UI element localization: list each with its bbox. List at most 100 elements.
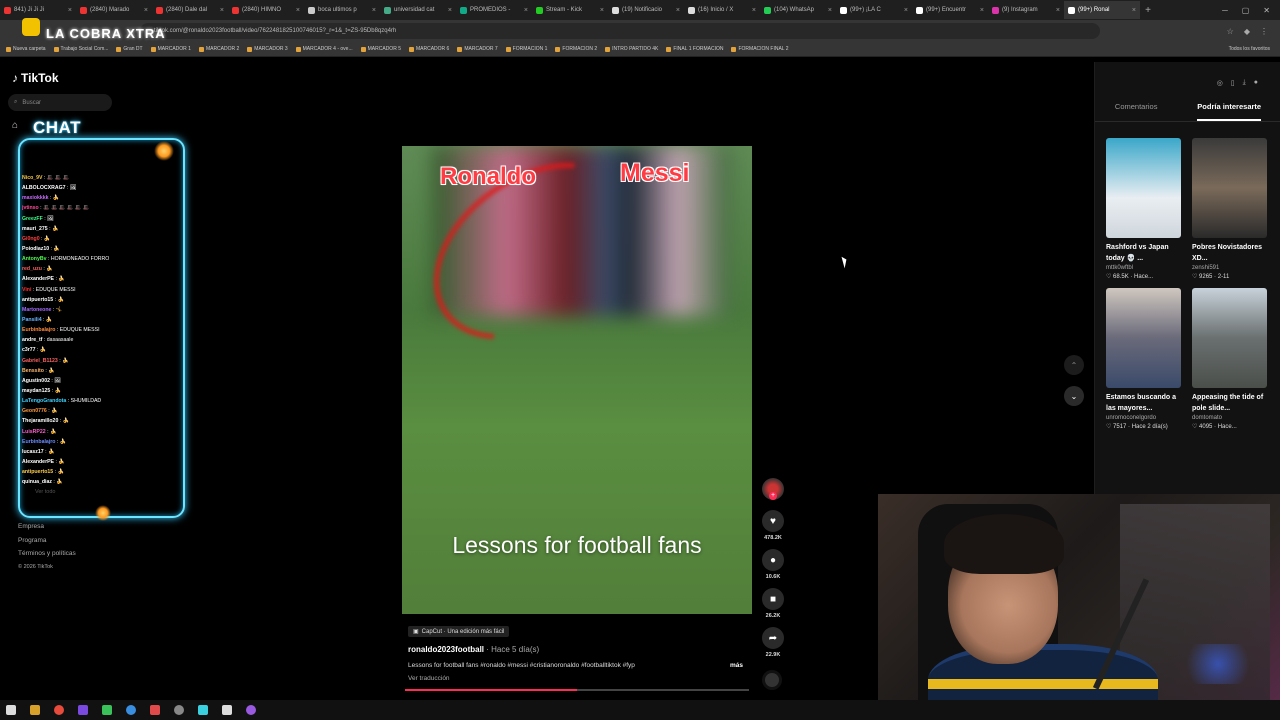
browser-tab[interactable]: (2840) HIMNO ×	[228, 1, 304, 19]
new-tab-button[interactable]: +	[1140, 5, 1156, 16]
bookmark-item[interactable]: Gran DT	[116, 46, 143, 52]
like-button[interactable]: ♥ 478.2K	[760, 510, 786, 541]
tab-close-icon[interactable]: ×	[296, 7, 300, 14]
obs-icon[interactable]	[174, 705, 184, 715]
menu-icon[interactable]: ⋮	[1260, 27, 1268, 36]
capcut-badge[interactable]: ▣ CapCut · Una edición más fácil	[408, 626, 510, 637]
footer-link[interactable]: Programa	[18, 534, 76, 548]
app-icon[interactable]	[198, 705, 208, 715]
extensions-icon[interactable]: ◆	[1244, 27, 1250, 36]
bookmark-item[interactable]: Nueva carpeta	[6, 46, 46, 52]
bookmark-item[interactable]: MARCADOR 2	[198, 46, 239, 52]
profile-icon[interactable]: ●	[1254, 79, 1258, 87]
app-icon[interactable]	[222, 705, 232, 715]
bookmark-item[interactable]: FORMACION FINAL 2	[731, 46, 789, 52]
video-player[interactable]: Ronaldo Messi Lessons for football fans	[402, 146, 752, 614]
bookmark-item[interactable]: MARCADOR 6	[408, 46, 449, 52]
app-icon[interactable]	[246, 705, 256, 715]
tab-close-icon[interactable]: ×	[980, 7, 984, 14]
music-disc-icon[interactable]	[762, 670, 782, 690]
video-user[interactable]: unromoconelgordo	[1106, 415, 1181, 421]
more-link[interactable]: más	[730, 662, 743, 669]
start-icon[interactable]	[6, 705, 16, 715]
tab-close-icon[interactable]: ×	[1056, 7, 1060, 14]
suggested-video-card[interactable]: Estamos buscando a las mayores... unromoc…	[1106, 288, 1181, 430]
suggested-video-card[interactable]: Pobres Novistadores XD... zenshi591 ♡ 9265…	[1192, 138, 1267, 280]
share-button[interactable]: ➦ 22.9K	[760, 627, 786, 658]
file-explorer-icon[interactable]	[30, 705, 40, 715]
browser-tab[interactable]: universidad cat ×	[380, 1, 456, 19]
video-user[interactable]: mttk0wftbl	[1106, 265, 1181, 271]
video-thumbnail[interactable]	[1192, 138, 1267, 238]
compass-icon[interactable]: ◎	[1217, 79, 1223, 87]
browser-tab[interactable]: (16) Inicio / X ×	[684, 1, 760, 19]
bookmark-item[interactable]: Trabajo Social Com...	[53, 46, 108, 52]
browser-tab[interactable]: (2840) Dale dal ×	[152, 1, 228, 19]
tab-close-icon[interactable]: ×	[828, 7, 832, 14]
video-thumbnail[interactable]	[1106, 288, 1181, 388]
bookmark-item[interactable]: MARCADOR 7	[457, 46, 498, 52]
tab-close-icon[interactable]: ×	[752, 7, 756, 14]
minimize-icon[interactable]: ─	[1222, 6, 1228, 15]
tab-close-icon[interactable]: ×	[1132, 7, 1136, 14]
bookmark-item[interactable]: INTRO PARTIDO 4K	[605, 46, 658, 52]
video-user[interactable]: domtomato	[1192, 415, 1267, 421]
tab-close-icon[interactable]: ×	[904, 7, 908, 14]
browser-tab[interactable]: 841) Ji Ji Ji ×	[0, 1, 76, 19]
suggested-video-card[interactable]: Rashford vs Japan today 💀 ... mttk0wftbl ♡…	[1106, 138, 1181, 280]
browser-tab[interactable]: (9) Instagram ×	[988, 1, 1064, 19]
browser-tab[interactable]: (99+) ¡LA C ×	[836, 1, 912, 19]
video-progress-bar[interactable]	[405, 689, 749, 691]
tab-close-icon[interactable]: ×	[144, 7, 148, 14]
maximize-icon[interactable]: ▢	[1242, 6, 1250, 15]
chrome-icon[interactable]	[54, 705, 64, 715]
tab-comments[interactable]: Comentarios	[1115, 102, 1158, 121]
tab-close-icon[interactable]: ×	[448, 7, 452, 14]
browser-tab[interactable]: (104) WhatsAp ×	[760, 1, 836, 19]
tab-close-icon[interactable]: ×	[68, 7, 72, 14]
previous-video-button[interactable]: ⌃	[1064, 355, 1084, 375]
tab-close-icon[interactable]: ×	[524, 7, 528, 14]
phone-icon[interactable]: ▯	[1231, 79, 1235, 87]
tiktok-logo[interactable]: ♪ TikTok	[12, 71, 59, 85]
browser-tab[interactable]: PROMEDIOS - ×	[456, 1, 532, 19]
app-icon[interactable]	[126, 705, 136, 715]
url-field[interactable]: tiktok.com/@ronaldo2023football/video/76…	[140, 23, 1100, 39]
chat-more-link[interactable]: Ver todo	[35, 489, 56, 495]
browser-tab[interactable]: Stream - Kick ×	[532, 1, 608, 19]
next-video-button[interactable]: ⌄	[1064, 386, 1084, 406]
comment-button[interactable]: ● 10.6K	[760, 549, 786, 580]
browser-tab[interactable]: (19) Notificacio ×	[608, 1, 684, 19]
bookmark-item[interactable]: FINAL 1 FORMACION	[666, 46, 723, 52]
all-bookmarks-link[interactable]: Todos los favoritos	[1229, 46, 1280, 52]
search-input[interactable]: ⌕ Buscar	[8, 94, 112, 111]
close-window-icon[interactable]: ✕	[1263, 6, 1270, 15]
footer-link[interactable]: Empresa	[18, 520, 76, 534]
suggested-video-card[interactable]: Appeasing the tide of pole slide... domto…	[1192, 288, 1267, 430]
browser-tab[interactable]: boca ultimos p ×	[304, 1, 380, 19]
home-icon[interactable]: ⌂	[12, 120, 32, 140]
bookmark-item[interactable]: FORMACION 1	[505, 46, 547, 52]
footer-link[interactable]: Términos y políticas	[18, 547, 76, 561]
video-thumbnail[interactable]	[1106, 138, 1181, 238]
save-button[interactable]: ■ 26.2K	[760, 588, 786, 619]
download-icon[interactable]: ⤓	[1243, 79, 1246, 87]
bookmark-item[interactable]: MARCADOR 3	[247, 46, 288, 52]
browser-tab[interactable]: (99+) Encuentr ×	[912, 1, 988, 19]
star-icon[interactable]: ☆	[1227, 27, 1234, 36]
tab-suggested[interactable]: Podría interesarte	[1197, 102, 1262, 121]
app-icon[interactable]	[102, 705, 112, 715]
tab-close-icon[interactable]: ×	[372, 7, 376, 14]
bookmark-item[interactable]: FORMACION 2	[555, 46, 597, 52]
browser-tab[interactable]: (99+) Ronal ×	[1064, 1, 1140, 19]
tab-close-icon[interactable]: ×	[600, 7, 604, 14]
browser-tab[interactable]: (2840) Marado ×	[76, 1, 152, 19]
bookmark-item[interactable]: MARCADOR 4 - ove...	[295, 46, 353, 52]
video-thumbnail[interactable]	[1192, 288, 1267, 388]
bookmark-item[interactable]: MARCADOR 5	[360, 46, 401, 52]
bookmark-item[interactable]: MARCADOR 1	[150, 46, 191, 52]
translate-link[interactable]: Ver traducción	[408, 675, 450, 682]
app-icon[interactable]	[78, 705, 88, 715]
app-icon[interactable]	[150, 705, 160, 715]
video-author[interactable]: ronaldo2023football · Hace 5 día(s)	[408, 645, 539, 654]
